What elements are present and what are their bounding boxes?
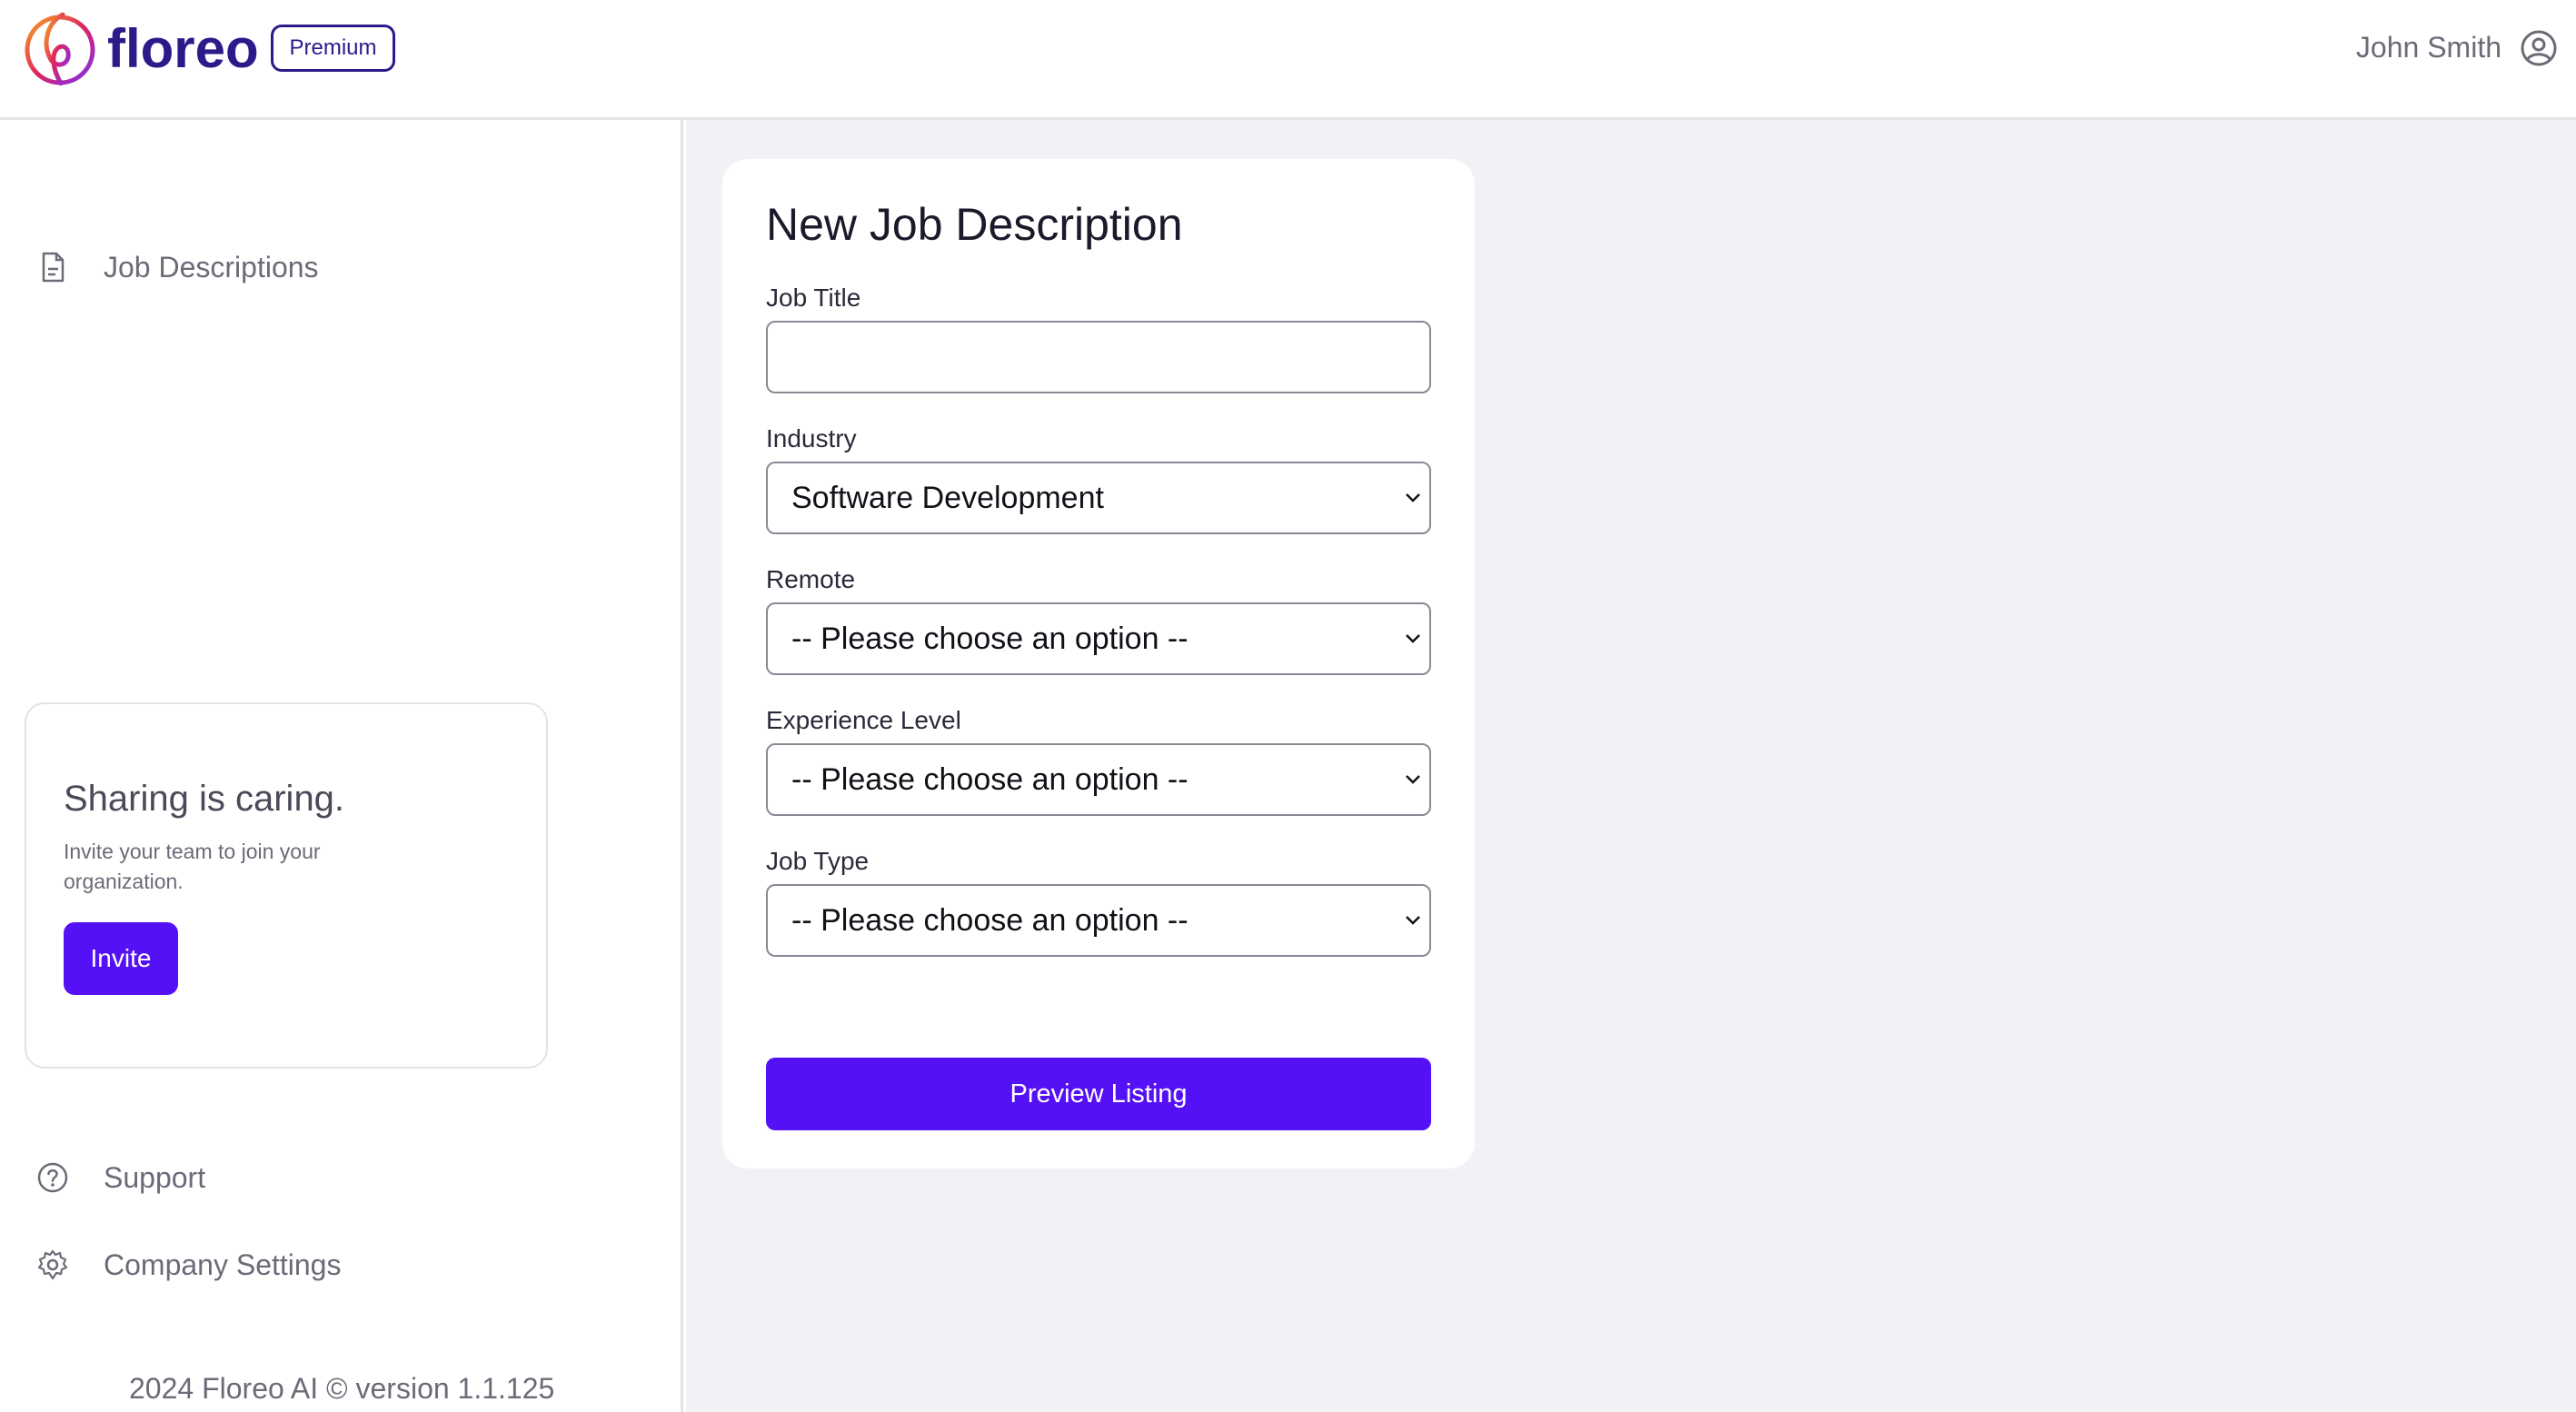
brand-name: floreo (107, 18, 259, 79)
preview-listing-button[interactable]: Preview Listing (766, 1058, 1431, 1130)
sidebar-item-job-descriptions[interactable]: Job Descriptions (36, 240, 319, 294)
user-name[interactable]: John Smith (2356, 27, 2501, 67)
invite-card-title: Sharing is caring. (64, 779, 345, 819)
job-title-label: Job Title (766, 283, 861, 312)
sidebar-item-label: Support (104, 1160, 206, 1194)
sidebar-item-label: Job Descriptions (104, 250, 319, 283)
sidebar-item-label: Company Settings (104, 1248, 342, 1281)
select-value: -- Please choose an option -- (791, 621, 1189, 656)
select-value: -- Please choose an option -- (791, 762, 1189, 797)
job-type-label: Job Type (766, 847, 870, 875)
select-value: -- Please choose an option -- (791, 903, 1189, 938)
chevron-down-icon (1406, 493, 1420, 502)
invite-button[interactable]: Invite (64, 922, 178, 995)
main-content: New Job Description Job Title Industry S… (686, 120, 2576, 1412)
chevron-down-icon (1406, 634, 1420, 643)
job-type-select[interactable]: -- Please choose an option -- (766, 884, 1431, 957)
remote-label: Remote (766, 565, 856, 593)
remote-select[interactable]: -- Please choose an option -- (766, 602, 1431, 675)
industry-select[interactable]: Software Development (766, 462, 1431, 534)
experience-level-label: Experience Level (766, 706, 961, 734)
floreo-logo-icon[interactable] (23, 11, 97, 85)
version-footer: 2024 Floreo AI © version 1.1.125 (129, 1372, 555, 1405)
chevron-down-icon (1406, 916, 1420, 925)
select-value: Software Development (791, 481, 1104, 515)
chevron-down-icon (1406, 775, 1420, 784)
help-circle-icon (37, 1162, 68, 1193)
user-circle-icon[interactable] (2520, 29, 2558, 67)
invite-card: Sharing is caring. Invite your team to j… (25, 702, 548, 1069)
industry-label: Industry (766, 424, 857, 452)
sidebar-item-support[interactable]: Support (36, 1150, 205, 1205)
app-header: floreo Premium John Smith (0, 0, 2576, 120)
document-icon (42, 252, 65, 283)
gear-icon (37, 1249, 68, 1280)
sidebar-item-company-settings[interactable]: Company Settings (36, 1238, 341, 1292)
job-title-input[interactable] (766, 321, 1431, 393)
sidebar: Job Descriptions Sharing is caring. Invi… (0, 120, 683, 1412)
plan-badge: Premium (271, 25, 395, 72)
form-title: New Job Description (766, 199, 1183, 250)
job-description-form: New Job Description Job Title Industry S… (722, 159, 1475, 1168)
invite-card-description: Invite your team to join your organizati… (64, 840, 321, 893)
experience-level-select[interactable]: -- Please choose an option -- (766, 743, 1431, 816)
